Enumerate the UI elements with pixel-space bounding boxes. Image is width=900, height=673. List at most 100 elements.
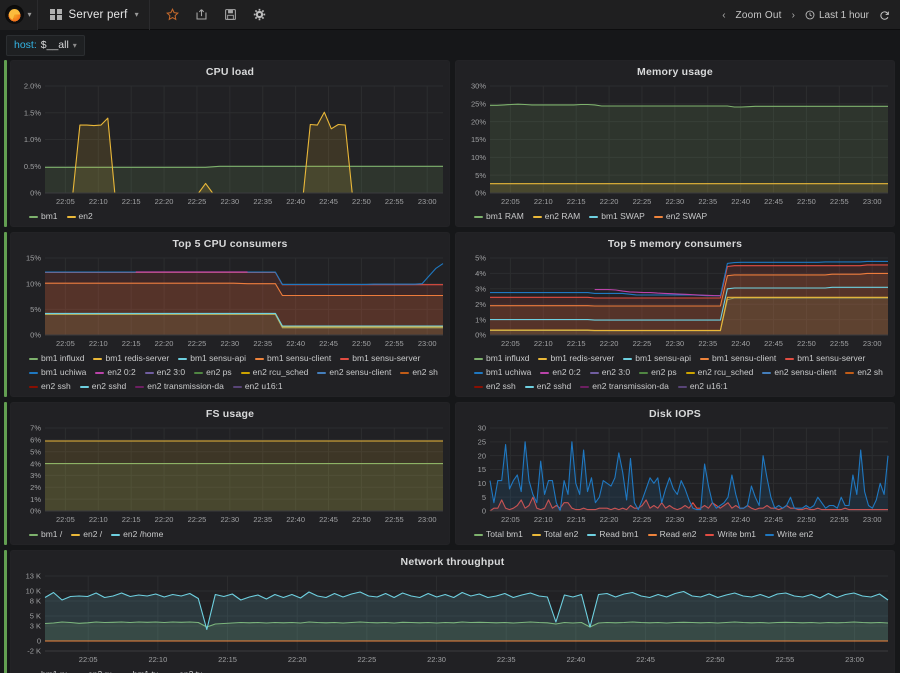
row-collapse-handle[interactable] (4, 402, 7, 545)
legend-item[interactable]: en2 sshd (524, 381, 571, 392)
grafana-brand-button[interactable]: ▾ (0, 0, 38, 30)
graph-fs-usage[interactable]: 0% 1% 2% 3% 4% 5% 6% 7% 22:05 22:10 22:15 22:20 22:2… (11, 422, 449, 526)
legend-item[interactable]: bm1 sensu-server (340, 353, 420, 364)
zoom-out-button[interactable]: Zoom Out (736, 10, 782, 21)
panel-disk-iops[interactable]: Disk IOPS 0 5 10 15 20 25 30 22:05 22:10 22:15 22:… (455, 402, 895, 545)
chevron-down-icon: ▾ (134, 10, 139, 19)
graph-top5-cpu[interactable]: 0% 5% 10% 15% 22:05 22:10 22:15 22:20 22:25 22:30… (11, 252, 449, 350)
legend-item[interactable]: bm1 (29, 211, 58, 222)
legend-item[interactable]: en2 u16:1 (232, 381, 283, 392)
share-icon[interactable] (195, 8, 208, 21)
legend-item[interactable]: bm1 uchiwa (474, 367, 531, 378)
graph-top5-memory[interactable]: 0% 1% 2% 3% 4% 5% 22:05 22:10 22:15 22:20 22:25 22:… (456, 252, 894, 350)
legend-item[interactable]: en2 /home (111, 529, 163, 540)
legend-item[interactable]: en2 ps (194, 367, 232, 378)
legend-item[interactable]: en2 transmission-da (135, 381, 224, 392)
svg-text:10%: 10% (26, 279, 41, 288)
panel-top5-memory[interactable]: Top 5 memory consumers 0% 1% 2% 3% 4% 5% 22:05… (455, 232, 895, 397)
legend-item[interactable]: bm1 sensu-client (255, 353, 331, 364)
legend-item[interactable]: bm1 SWAP (589, 211, 645, 222)
legend-item[interactable]: en2 (66, 211, 93, 222)
legend-color-swatch (29, 215, 38, 218)
panel-top5-cpu[interactable]: Top 5 CPU consumers 0% 5% 10% 15% 22:05 22:10… (10, 232, 450, 397)
svg-text:22:20: 22:20 (155, 197, 174, 206)
legend-item[interactable]: Total bm1 (474, 529, 523, 540)
template-variable-host[interactable]: host: $__all ▾ (6, 34, 85, 56)
legend-item[interactable]: en2 0:2 (95, 367, 136, 378)
svg-text:5%: 5% (475, 254, 486, 263)
legend-item[interactable]: bm1 tx (121, 669, 159, 673)
legend-item[interactable]: en2 sh (400, 367, 438, 378)
legend-item[interactable]: bm1 sensu-client (700, 353, 776, 364)
legend-item[interactable]: Read en2 (647, 529, 696, 540)
legend-label: bm1 uchiwa (41, 367, 87, 377)
legend-item[interactable]: bm1 redis-server (538, 353, 614, 364)
legend-color-swatch (474, 215, 483, 218)
legend-color-swatch (589, 371, 599, 374)
legend-item[interactable]: en2 / (71, 529, 102, 540)
legend-label: en2 sh (412, 367, 438, 377)
row-collapse-handle[interactable] (4, 550, 7, 673)
svg-text:23:00: 23:00 (845, 655, 864, 664)
panel-memory-usage[interactable]: Memory usage 0% 5% 10% 15% 20% 25% 30% 22:05 22:… (455, 60, 895, 227)
refresh-icon[interactable] (879, 10, 890, 21)
legend-label: en2 rx (88, 669, 112, 673)
legend-item[interactable]: en2 rx (76, 669, 112, 673)
legend-item[interactable]: Read bm1 (587, 529, 639, 540)
legend-item[interactable]: en2 0:2 (540, 367, 581, 378)
save-icon[interactable] (224, 8, 237, 21)
legend-item[interactable]: bm1 uchiwa (29, 367, 86, 378)
graph-disk-iops[interactable]: 0 5 10 15 20 25 30 22:05 22:10 22:15 22:20 22:25 22:… (456, 422, 894, 526)
legend-item[interactable]: en2 rcu_sched (240, 367, 308, 378)
legend-item[interactable]: Total en2 (531, 529, 578, 540)
time-shift-back-button[interactable]: ‹ (722, 10, 725, 21)
svg-text:22:35: 22:35 (698, 339, 717, 348)
star-icon[interactable] (165, 8, 179, 21)
legend-item[interactable]: bm1 rx (29, 669, 67, 673)
legend-item[interactable]: en2 RAM (532, 211, 580, 222)
legend-item[interactable]: en2 sh (845, 367, 883, 378)
legend-item[interactable]: bm1 sensu-api (623, 353, 691, 364)
row-collapse-handle[interactable] (4, 232, 7, 397)
svg-text:30: 30 (478, 424, 486, 433)
time-range-picker[interactable]: Last 1 hour (805, 10, 869, 21)
svg-text:23:00: 23:00 (863, 197, 882, 206)
legend-item[interactable]: en2 u16:1 (677, 381, 728, 392)
legend-color-swatch (66, 215, 76, 218)
legend-item[interactable]: Write bm1 (705, 529, 756, 540)
graph-memory-usage[interactable]: 0% 5% 10% 15% 20% 25% 30% 22:05 22:10 22:15 22:20 2… (456, 80, 894, 208)
legend-item[interactable]: en2 ssh (474, 381, 516, 392)
legend-item[interactable]: en2 SWAP (653, 211, 707, 222)
legend-item[interactable]: bm1 influxd (474, 353, 529, 364)
panel-network-throughput[interactable]: Network throughput -2 K0 3 K5 K 8 K 10 K 13 … (10, 550, 895, 673)
panel-cpu-load[interactable]: CPU load 0% 0.5% 1.0% 1.5% 2.0% 22:05 22:10 22:… (10, 60, 450, 227)
legend-item[interactable]: en2 3:0 (144, 367, 185, 378)
legend-item[interactable]: en2 transmission-da (580, 381, 669, 392)
legend-item[interactable]: en2 ssh (29, 381, 71, 392)
legend-color-swatch (700, 357, 710, 360)
legend-item[interactable]: bm1 sensu-server (785, 353, 865, 364)
legend-color-swatch (400, 371, 410, 374)
gear-icon[interactable] (253, 8, 266, 21)
legend-item[interactable]: bm1 / (29, 529, 62, 540)
legend-item[interactable]: en2 3:0 (589, 367, 630, 378)
row-collapse-handle[interactable] (4, 60, 7, 227)
panel-fs-usage[interactable]: FS usage 0% 1% 2% 3% 4% 5% 6% 7% 22:05 22:10 22:15… (10, 402, 450, 545)
legend-item[interactable]: en2 sshd (79, 381, 126, 392)
legend-item[interactable]: en2 sensu-client (317, 367, 391, 378)
legend-item[interactable]: en2 tx (167, 669, 202, 673)
time-shift-forward-button[interactable]: › (792, 10, 795, 21)
legend-item[interactable]: bm1 influxd (29, 353, 84, 364)
legend-label: en2 sensu-client (774, 367, 837, 377)
legend-item[interactable]: bm1 sensu-api (178, 353, 246, 364)
graph-cpu-load[interactable]: 0% 0.5% 1.0% 1.5% 2.0% 22:05 22:10 22:15 22:20 22… (11, 80, 449, 208)
legend-item[interactable]: bm1 redis-server (93, 353, 169, 364)
legend-item[interactable]: bm1 RAM (474, 211, 524, 222)
legend-item[interactable]: en2 rcu_sched (685, 367, 753, 378)
legend-item[interactable]: Write en2 (765, 529, 813, 540)
dashboard-title-dropdown[interactable]: Server perf ▾ (38, 0, 150, 30)
graph-network-throughput[interactable]: -2 K0 3 K5 K 8 K 10 K 13 K 22:05 22:10 22:15 22:… (11, 570, 894, 666)
svg-text:22:45: 22:45 (764, 197, 783, 206)
legend-item[interactable]: en2 ps (639, 367, 677, 378)
legend-item[interactable]: en2 sensu-client (762, 367, 836, 378)
